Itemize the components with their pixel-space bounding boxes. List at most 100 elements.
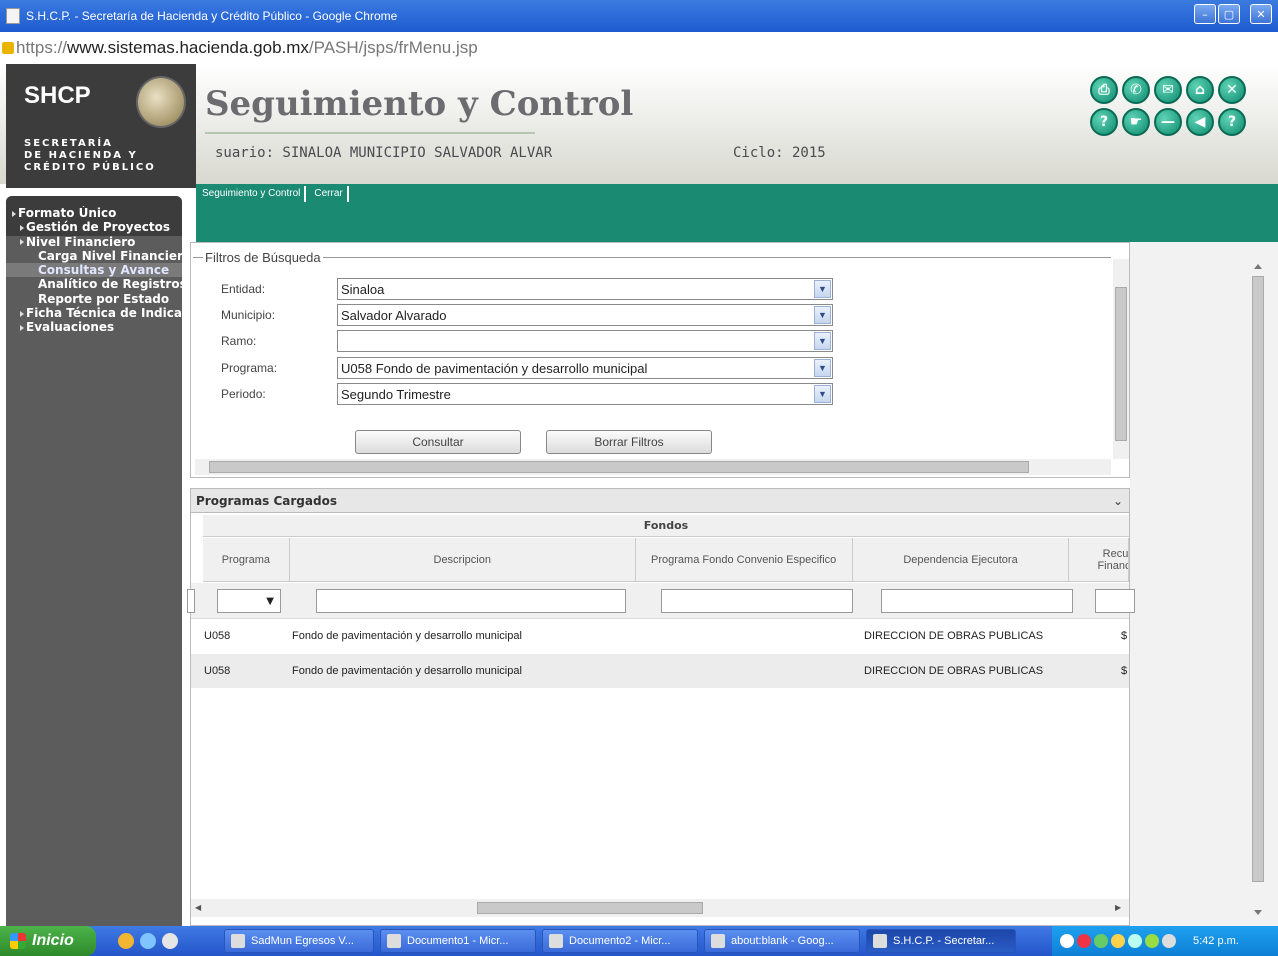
- grid-hscroll[interactable]: ◀ ▶: [191, 899, 1129, 917]
- sidebar-item-carga-nivel[interactable]: Carga Nivel Financiero: [6, 249, 182, 263]
- taskbar-item-about-blank[interactable]: about:blank - Goog...: [704, 929, 860, 953]
- word-icon: [549, 934, 563, 948]
- recursos-filter-input[interactable]: [1095, 589, 1135, 613]
- page-scrollbar[interactable]: [1250, 260, 1266, 924]
- chevron-down-icon[interactable]: ▼: [814, 280, 831, 298]
- close-window-button[interactable]: ✕: [1250, 4, 1272, 24]
- grid-header[interactable]: Programas Cargados ⌄: [191, 489, 1129, 513]
- desktop-icon[interactable]: [162, 933, 178, 949]
- ramo-label: Ramo:: [221, 334, 257, 348]
- app-icon: [231, 934, 245, 948]
- minimize-button[interactable]: –: [1194, 4, 1216, 24]
- printer-icon[interactable]: ⎙: [1090, 76, 1118, 104]
- tray-app-icon[interactable]: [1077, 934, 1091, 948]
- taskbar-item-documento2[interactable]: Documento2 - Micr...: [542, 929, 698, 953]
- window-titlebar: S.H.C.P. - Secretaría de Hacienda y Créd…: [0, 0, 1278, 32]
- select-all-filter[interactable]: [187, 589, 195, 613]
- question-icon[interactable]: ?: [1218, 108, 1246, 136]
- entidad-select[interactable]: Sinaloa ▼: [337, 278, 833, 300]
- col-descripcion[interactable]: Descripcion: [290, 538, 636, 581]
- chevron-down-icon[interactable]: ▼: [814, 359, 831, 377]
- sidebar-item-formato-unico[interactable]: Formato Único: [6, 206, 182, 220]
- ie-icon[interactable]: [140, 933, 156, 949]
- home-icon[interactable]: ⌂: [1186, 76, 1214, 104]
- periodo-select[interactable]: Segundo Trimestre ▼: [337, 383, 833, 405]
- title-divider: [205, 132, 535, 134]
- sidebar-item-evaluaciones[interactable]: Evaluaciones: [6, 320, 182, 334]
- sidebar-item-gestion-proyectos[interactable]: Gestión de Proyectos: [6, 220, 182, 234]
- scroll-up-arrow-icon[interactable]: [1254, 264, 1262, 269]
- phone-icon[interactable]: ✆: [1122, 76, 1150, 104]
- sidebar-item-nivel-financiero[interactable]: Nivel Financiero: [6, 235, 182, 249]
- table-row[interactable]: U058 Fondo de pavimentación y desarrollo…: [191, 654, 1129, 688]
- sidebar-item-analitico[interactable]: Analítico de Registros: [6, 277, 182, 291]
- app-header: SHCP SECRETARÍA DE HACIENDA Y CRÉDITO PÚ…: [0, 64, 1278, 188]
- chevron-down-icon[interactable]: ▼: [814, 385, 831, 403]
- programa-label: Programa:: [221, 361, 278, 375]
- tray-expand-icon[interactable]: [1060, 934, 1074, 948]
- triangle-right-icon: [12, 210, 16, 217]
- filter-row-municipio: Municipio: Salvador Alvarado ▼: [221, 304, 833, 326]
- sidebar-item-reporte[interactable]: Reporte por Estado: [6, 292, 182, 306]
- tray-update-icon[interactable]: [1145, 934, 1159, 948]
- filters-fieldset: Filtros de Búsqueda Entidad: Sinaloa ▼ M…: [193, 250, 1111, 457]
- sidebar-item-consultas[interactable]: Consultas y Avance: [6, 263, 182, 278]
- filters-vscroll[interactable]: [1113, 259, 1129, 459]
- col-recursos[interactable]: Recursos Financieros: [1069, 538, 1129, 581]
- pointer-icon[interactable]: ☛: [1122, 108, 1150, 136]
- tray-messenger-icon[interactable]: [1111, 934, 1125, 948]
- scroll-right-arrow-icon[interactable]: ▶: [1115, 903, 1121, 912]
- filters-hscroll-thumb[interactable]: [209, 461, 1029, 473]
- close-icon[interactable]: ✕: [1218, 76, 1246, 104]
- filters-hscroll[interactable]: [195, 459, 1111, 475]
- minus-icon[interactable]: —: [1154, 108, 1182, 136]
- url-host: www.sistemas.hacienda.gob.mx: [67, 38, 309, 57]
- tab-cerrar[interactable]: Cerrar: [310, 186, 349, 202]
- programa-select[interactable]: U058 Fondo de pavimentación y desarrollo…: [337, 357, 833, 379]
- col-programa[interactable]: Programa: [203, 538, 290, 581]
- collapse-chevron-icon[interactable]: ⌄: [1113, 494, 1123, 508]
- tray-sync-icon[interactable]: [1128, 934, 1142, 948]
- filters-vscroll-thumb[interactable]: [1115, 287, 1127, 441]
- address-bar[interactable]: https:// www.sistemas.hacienda.gob.mx /P…: [0, 36, 1278, 60]
- chevron-down-icon[interactable]: ▼: [814, 332, 831, 350]
- tray-printer-icon[interactable]: [1162, 934, 1176, 948]
- column-headers: Programa Descripcion Programa Fondo Conv…: [203, 538, 1129, 582]
- mail-icon[interactable]: ✉: [1154, 76, 1182, 104]
- triangle-right-icon: [20, 224, 24, 231]
- cell-dependencia: DIRECCION DE OBRAS PUBLICAS: [864, 665, 1044, 677]
- logo-subtitle: SECRETARÍA DE HACIENDA Y CRÉDITO PÚBLICO: [24, 138, 156, 173]
- taskbar-item-documento1[interactable]: Documento1 - Micr...: [380, 929, 536, 953]
- tab-seguimiento[interactable]: Seguimiento y Control: [198, 186, 307, 202]
- col-dependencia[interactable]: Dependencia Ejecutora: [853, 538, 1070, 581]
- tray-network-icon[interactable]: [1094, 934, 1108, 948]
- maximize-button[interactable]: ▢: [1218, 4, 1240, 24]
- sidebar-item-ficha-tecnica[interactable]: Ficha Técnica de Indicadores: [6, 306, 182, 320]
- start-button[interactable]: Inicio: [0, 926, 96, 956]
- filters-legend: Filtros de Búsqueda: [203, 250, 323, 265]
- help-doc-icon[interactable]: ?: [1090, 108, 1118, 136]
- chrome-icon[interactable]: [118, 933, 134, 949]
- taskbar-item-shcp[interactable]: S.H.C.P. - Secretar...: [866, 929, 1016, 953]
- borrar-filtros-button[interactable]: Borrar Filtros: [546, 430, 712, 454]
- taskbar-item-sadmun[interactable]: SadMun Egresos V...: [224, 929, 374, 953]
- scroll-down-arrow-icon[interactable]: [1254, 910, 1262, 915]
- descripcion-filter-input[interactable]: [316, 589, 626, 613]
- system-tray: 5:42 p.m.: [1052, 926, 1278, 956]
- back-icon[interactable]: ◀: [1186, 108, 1214, 136]
- ramo-select[interactable]: ▼: [337, 330, 833, 352]
- municipio-select[interactable]: Salvador Alvarado ▼: [337, 304, 833, 326]
- app-title: Seguimiento y Control: [205, 84, 634, 124]
- dependencia-filter-input[interactable]: [881, 589, 1073, 613]
- sidebar-menu: Formato Único Gestión de Proyectos Nivel…: [6, 196, 182, 926]
- cell-programa: U058: [204, 630, 231, 642]
- consultar-button[interactable]: Consultar: [355, 430, 521, 454]
- chevron-down-icon[interactable]: ▼: [814, 306, 831, 324]
- programa-filter-select[interactable]: ▼: [217, 589, 281, 613]
- grid-hscroll-thumb[interactable]: [477, 902, 703, 914]
- page-scroll-thumb[interactable]: [1252, 276, 1264, 882]
- col-convenio[interactable]: Programa Fondo Convenio Especifico: [636, 538, 853, 581]
- table-row[interactable]: U058 Fondo de pavimentación y desarrollo…: [191, 619, 1129, 653]
- convenio-filter-input[interactable]: [661, 589, 853, 613]
- scroll-left-arrow-icon[interactable]: ◀: [195, 903, 201, 912]
